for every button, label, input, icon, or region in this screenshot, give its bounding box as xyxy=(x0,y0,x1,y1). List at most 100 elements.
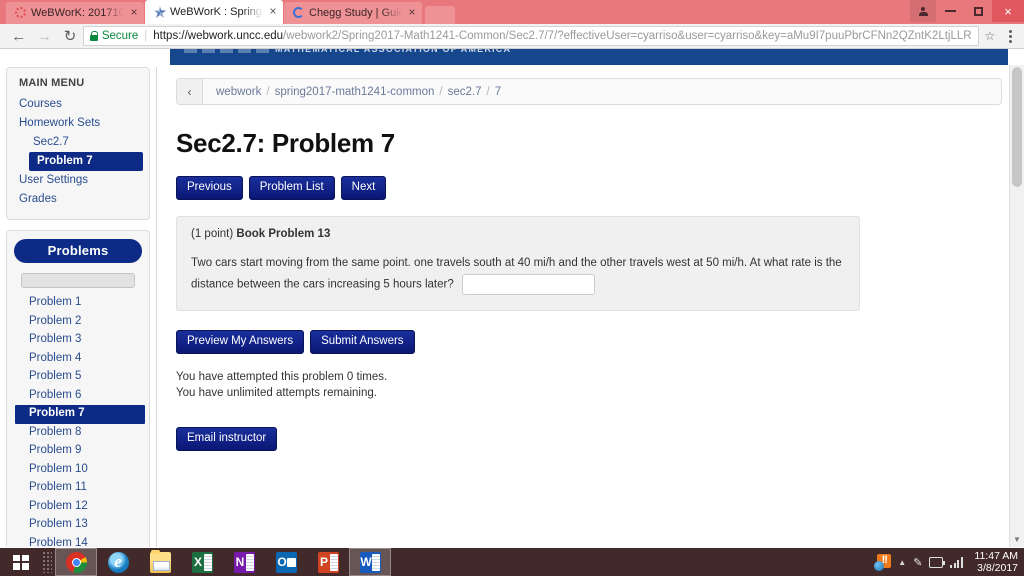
problem-header: (1 point) Book Problem 13 xyxy=(191,228,845,240)
taskbar-item-explorer[interactable] xyxy=(139,548,181,576)
breadcrumb-separator: / xyxy=(266,85,270,98)
list-item[interactable]: Problem 13 xyxy=(7,516,149,535)
sidebar-item-courses[interactable]: Courses xyxy=(7,95,149,114)
tab-strip: WeBWorK: 201710-Sprin × WeBWorK : Spring… xyxy=(0,0,1024,24)
internet-explorer-icon xyxy=(107,551,129,573)
main-menu-heading: MAIN MENU xyxy=(19,77,85,89)
next-button[interactable]: Next xyxy=(340,176,387,200)
onenote-icon: N xyxy=(233,551,255,573)
sidebar-item-grades[interactable]: Grades xyxy=(7,190,149,209)
bookmark-star-icon[interactable]: ☆ xyxy=(979,29,1000,43)
address-bar[interactable]: Secure | https://webwork.uncc.edu/webwor… xyxy=(82,26,980,46)
breadcrumb-back-icon[interactable]: ‹ xyxy=(177,79,203,104)
list-item[interactable]: Problem 11 xyxy=(7,479,149,498)
scroll-down-icon[interactable]: ▼ xyxy=(1010,533,1024,547)
list-item[interactable]: Problem 10 xyxy=(7,461,149,480)
start-button[interactable] xyxy=(0,548,42,576)
back-icon[interactable]: ← xyxy=(6,25,32,47)
attempt-status: You have attempted this problem 0 times.… xyxy=(176,369,1008,401)
taskbar-item-outlook[interactable]: O xyxy=(265,548,307,576)
breadcrumb-separator: / xyxy=(439,85,443,98)
problems-search-input[interactable] xyxy=(21,273,135,288)
network-signal-icon[interactable] xyxy=(950,556,963,568)
onenote-letter: N xyxy=(235,555,245,569)
reload-icon[interactable]: ↻ xyxy=(57,25,83,47)
excel-letter: X xyxy=(193,555,202,569)
forward-icon: → xyxy=(36,27,52,45)
taskbar-item-word[interactable]: W xyxy=(349,548,391,576)
taskbar: X N O P W !! ▲ ✎ 11:47 AM 3/8/2017 xyxy=(0,548,1024,576)
main-content: ‹ webwork / spring2017-math1241-common /… xyxy=(171,65,1008,547)
taskbar-grip[interactable] xyxy=(42,551,52,573)
browser-tab-3[interactable]: Chegg Study | Guided So × xyxy=(284,2,422,24)
attempts-used-text: You have attempted this problem 0 times. xyxy=(176,370,388,383)
chrome-menu-icon[interactable] xyxy=(1000,29,1018,43)
submit-answers-button[interactable]: Submit Answers xyxy=(310,329,415,354)
show-hidden-icons-icon[interactable]: ▲ xyxy=(898,558,906,567)
email-instructor-button[interactable]: Email instructor xyxy=(176,426,278,451)
list-item[interactable]: Problem 3 xyxy=(7,331,149,350)
list-item[interactable]: Problem 5 xyxy=(7,368,149,387)
windows-logo-icon xyxy=(13,554,29,570)
problem-points: (1 point) xyxy=(191,228,234,240)
new-tab-button[interactable] xyxy=(425,6,455,24)
clock[interactable]: 11:47 AM 3/8/2017 xyxy=(970,550,1018,574)
window-controls: × xyxy=(910,0,1024,22)
taskbar-item-onenote[interactable]: N xyxy=(223,548,265,576)
tab-close-icon[interactable]: × xyxy=(128,6,140,19)
list-item[interactable]: Problem 12 xyxy=(7,498,149,517)
list-item[interactable]: Problem 14 xyxy=(7,535,149,548)
problem-list-button[interactable]: Problem List xyxy=(248,176,335,200)
tab-title: Chegg Study | Guided So xyxy=(309,7,402,19)
notification-alert-icon[interactable]: !! xyxy=(874,553,892,571)
close-icon[interactable]: × xyxy=(992,0,1024,22)
sidebar-item-user-settings[interactable]: User Settings xyxy=(7,171,149,190)
page-content: MAIN MENU Courses Homework Sets Sec2.7 P… xyxy=(0,49,1024,547)
excel-icon: X xyxy=(191,551,213,573)
clock-date: 3/8/2017 xyxy=(977,562,1018,574)
sidebar: MAIN MENU Courses Homework Sets Sec2.7 P… xyxy=(0,67,157,547)
tab-title: WeBWorK : Spring2017-M xyxy=(170,6,263,18)
tab-close-icon[interactable]: × xyxy=(267,5,279,18)
chrome-icon xyxy=(65,551,87,573)
tab-close-icon[interactable]: × xyxy=(406,6,418,19)
url-divider: | xyxy=(144,30,148,42)
breadcrumb: ‹ webwork / spring2017-math1241-common /… xyxy=(176,78,1002,105)
browser-tab-1[interactable]: WeBWorK: 201710-Sprin × xyxy=(6,2,144,24)
list-item-active[interactable]: Problem 7 xyxy=(15,405,145,424)
sidebar-item-problem-7[interactable]: Problem 7 xyxy=(29,152,143,171)
profile-icon[interactable] xyxy=(910,0,936,22)
taskbar-item-excel[interactable]: X xyxy=(181,548,223,576)
sidebar-item-homework-sets[interactable]: Homework Sets xyxy=(7,114,149,133)
list-item[interactable]: Problem 2 xyxy=(7,313,149,332)
problem-nav-buttons: Previous Problem List Next xyxy=(176,176,1008,200)
sidebar-item-sec27[interactable]: Sec2.7 xyxy=(7,133,149,152)
answer-input[interactable] xyxy=(461,274,595,295)
minimize-icon[interactable] xyxy=(936,0,964,22)
list-item[interactable]: Problem 9 xyxy=(7,442,149,461)
browser-tab-2[interactable]: WeBWorK : Spring2017-M × xyxy=(145,0,283,24)
scrollbar-thumb[interactable] xyxy=(1012,67,1022,187)
breadcrumb-item-problem[interactable]: 7 xyxy=(495,86,501,98)
taskbar-item-ie[interactable] xyxy=(97,548,139,576)
preview-my-answers-button[interactable]: Preview My Answers xyxy=(176,329,305,354)
maa-star-icon xyxy=(154,6,166,18)
battery-icon[interactable] xyxy=(929,556,946,568)
powerpoint-icon: P xyxy=(317,551,339,573)
breadcrumb-item-webwork[interactable]: webwork xyxy=(216,86,261,98)
previous-button[interactable]: Previous xyxy=(176,176,243,200)
maximize-icon[interactable] xyxy=(964,0,992,22)
list-item[interactable]: Problem 6 xyxy=(7,387,149,406)
taskbar-item-powerpoint[interactable]: P xyxy=(307,548,349,576)
list-item[interactable]: Problem 1 xyxy=(7,294,149,313)
taskbar-item-chrome[interactable] xyxy=(55,548,97,576)
breadcrumb-item-course[interactable]: spring2017-math1241-common xyxy=(275,86,435,98)
pen-icon[interactable]: ✎ xyxy=(913,556,922,569)
breadcrumb-item-set[interactable]: sec2.7 xyxy=(448,86,482,98)
problems-panel-title: Problems xyxy=(14,239,142,263)
list-item[interactable]: Problem 8 xyxy=(7,424,149,443)
list-item[interactable]: Problem 4 xyxy=(7,350,149,369)
page-scrollbar[interactable]: ▼ xyxy=(1009,65,1024,547)
browser-window: WeBWorK: 201710-Sprin × WeBWorK : Spring… xyxy=(0,0,1024,548)
url-text: https://webwork.uncc.edu/webwork2/Spring… xyxy=(153,30,972,42)
